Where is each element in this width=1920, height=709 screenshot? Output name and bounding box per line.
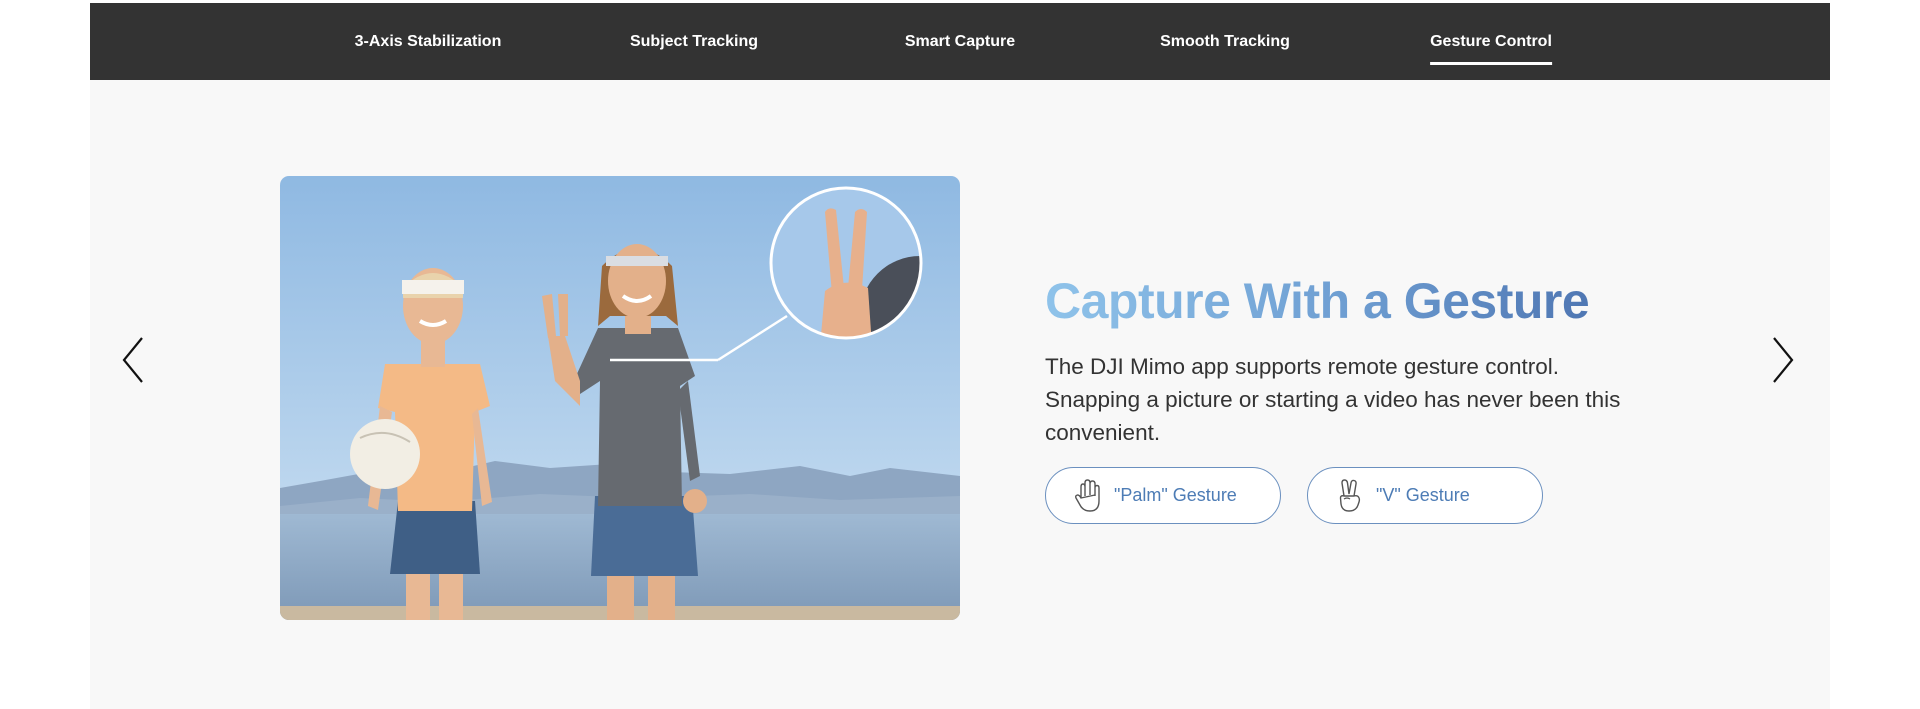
tab-label: Subject Tracking xyxy=(629,33,759,50)
carousel-prev-button[interactable] xyxy=(115,335,155,385)
chevron-right-icon xyxy=(1773,337,1794,383)
palm-gesture-button[interactable]: "Palm" Gesture xyxy=(1045,467,1281,524)
gesture-demo-photo xyxy=(280,176,960,620)
palm-hand-icon xyxy=(1072,478,1104,514)
tab-label: Gesture Control xyxy=(1430,33,1552,50)
tab-active-underline xyxy=(1430,62,1552,65)
tab-gesture-control[interactable]: Gesture Control xyxy=(1430,3,1552,80)
tab-subject-tracking[interactable]: Subject Tracking xyxy=(630,3,758,80)
feature-description: The DJI Mimo app supports remote gesture… xyxy=(1045,354,1621,445)
carousel-next-button[interactable] xyxy=(1761,335,1801,385)
palm-gesture-label: "Palm" Gesture xyxy=(1114,485,1237,505)
v-gesture-label: "V" Gesture xyxy=(1376,485,1470,505)
tab-3-axis-stabilization[interactable]: 3-Axis Stabilization xyxy=(355,3,502,80)
tab-label: Smooth Tracking xyxy=(1160,33,1290,50)
tab-smart-capture[interactable]: Smart Capture xyxy=(905,3,1015,80)
tab-label: Smart Capture xyxy=(904,33,1016,50)
page-frame: 3-Axis Stabilization Subject Tracking Sm… xyxy=(90,0,1830,709)
tab-smooth-tracking[interactable]: Smooth Tracking xyxy=(1160,3,1290,80)
v-gesture-button[interactable]: "V" Gesture xyxy=(1307,467,1543,524)
tab-label: 3-Axis Stabilization xyxy=(354,33,502,50)
v-sign-hand-icon xyxy=(1334,478,1366,514)
chevron-left-icon xyxy=(122,337,143,383)
feature-navbar: 3-Axis Stabilization Subject Tracking Sm… xyxy=(90,3,1830,80)
feature-title: Capture With a Gesture xyxy=(1045,273,1590,329)
